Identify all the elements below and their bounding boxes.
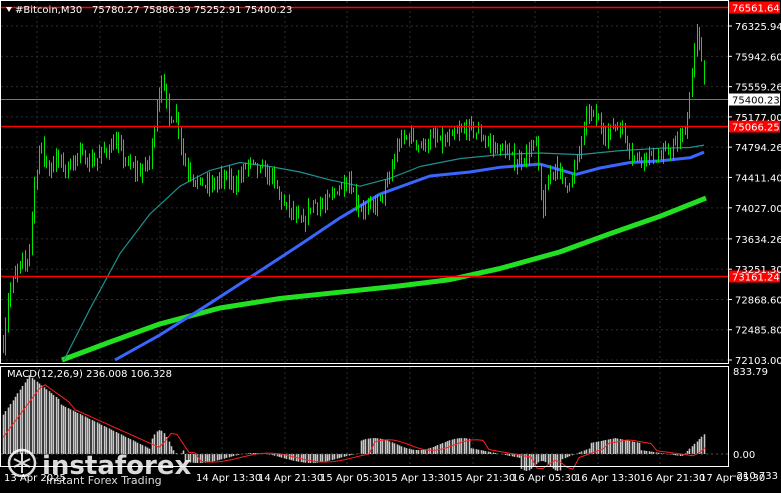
price-tick-label: 73634.26 <box>735 235 781 246</box>
macd-tick-label: 0.00 <box>733 450 755 461</box>
price-tick-label: 74027.00 <box>735 204 781 215</box>
price-tick-label: 72868.60 <box>735 295 781 306</box>
ohlc-values: 75780.27 75886.39 75252.91 75400.23 <box>92 5 292 16</box>
price-tick-label: 75942.60 <box>735 52 781 63</box>
price-tick-label: 75559.26 <box>735 83 781 94</box>
chart-background <box>0 0 781 489</box>
time-tick-label: 15 Apr 21:30 <box>450 473 515 484</box>
current-price-label: 75400.23 <box>732 96 780 107</box>
time-tick-label: 16 Apr 13:30 <box>575 473 640 484</box>
watermark-tagline: Instant Forex Trading <box>46 474 162 487</box>
time-tick-label: 15 Apr 13:30 <box>385 473 450 484</box>
price-tick-label: 74411.40 <box>735 173 781 184</box>
price-tick-label: 76325.94 <box>735 22 781 33</box>
price-chart[interactable]: 76561.6475066.2573161.2475400.23 76325.9… <box>0 0 781 489</box>
macd-tick-label: 833.79 <box>733 367 768 378</box>
chart-header: #Bitcoin,M30 75780.27 75886.39 75252.91 … <box>6 5 292 16</box>
price-tick-label: 74794.26 <box>735 143 781 154</box>
level-label: 75066.25 <box>732 123 780 134</box>
time-tick-label: 14 Apr 21:30 <box>258 473 323 484</box>
symbol-label: #Bitcoin,M30 <box>15 5 82 16</box>
price-tick-label: 72485.80 <box>735 326 781 337</box>
time-tick-label: 14 Apr 13:30 <box>196 473 261 484</box>
time-tick-label: 15 Apr 05:30 <box>320 473 385 484</box>
chart-window: 76561.64 75066.25 73161.24 75400.23 76325.9… <box>0 0 781 489</box>
price-tick-label: 73251.30 <box>735 265 781 276</box>
time-tick-label: 17 Apr 05:30 <box>700 473 765 484</box>
price-tick-label: 72103.00 <box>735 356 781 367</box>
level-label: 76561.64 <box>732 4 780 15</box>
time-tick-label: 16 Apr 21:30 <box>640 473 705 484</box>
time-tick-label: 16 Apr 05:30 <box>512 473 577 484</box>
price-tick-label: 75177.00 <box>735 113 781 124</box>
macd-label: MACD(12,26,9) 236.008 106.328 <box>7 369 172 380</box>
